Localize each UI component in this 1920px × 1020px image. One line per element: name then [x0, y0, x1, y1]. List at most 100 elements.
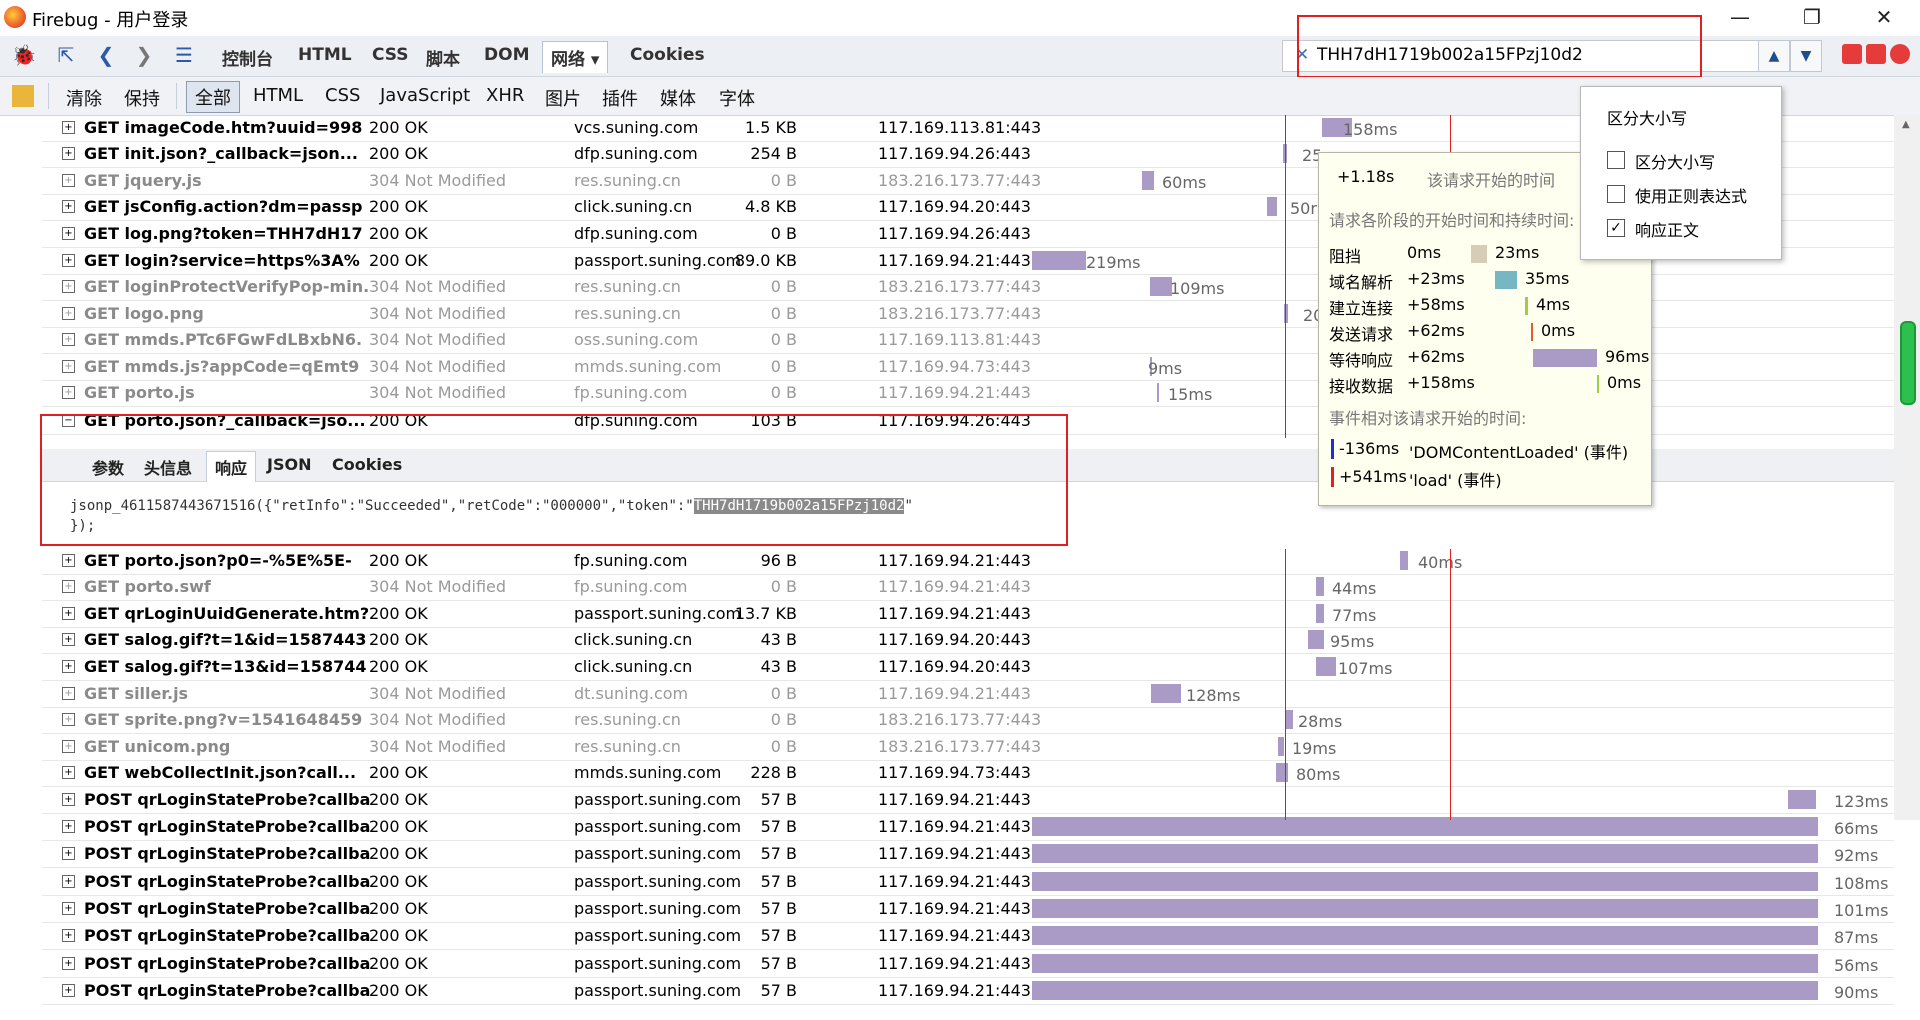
expand-icon[interactable]: +	[62, 902, 75, 915]
request-row[interactable]: + POST qrLoginStateProbe?callba 200 OK pass…	[42, 923, 1894, 950]
request-row[interactable]: + GET salog.gif?t=13&id=158744 200 OK click…	[42, 654, 1894, 681]
tab-console[interactable]: 控制台	[222, 45, 273, 70]
tab-cookies[interactable]: Cookies	[630, 45, 705, 65]
expand-icon[interactable]: +	[62, 360, 75, 373]
request-url[interactable]: GET jquery.js	[84, 171, 384, 190]
scrollbar[interactable]: ▲	[1894, 115, 1920, 820]
request-url[interactable]: POST qrLoginStateProbe?callba	[84, 926, 384, 945]
request-row[interactable]: + POST qrLoginStateProbe?callba 200 OK pass…	[42, 814, 1894, 841]
request-url[interactable]: GET webCollectInit.json?call...	[84, 763, 384, 782]
expand-icon[interactable]: +	[62, 280, 75, 293]
request-url[interactable]: POST qrLoginStateProbe?callba	[84, 872, 384, 891]
filter-plugins[interactable]: 插件	[602, 85, 638, 111]
filter-html[interactable]: HTML	[253, 85, 303, 106]
detach-firebug-icon[interactable]	[1866, 44, 1886, 64]
request-row[interactable]: + GET unicom.png 304 Not Modified res.sunin…	[42, 734, 1894, 761]
firebug-icon[interactable]: 🐞	[10, 43, 38, 67]
filter-images[interactable]: 图片	[545, 85, 581, 111]
filter-css[interactable]: CSS	[325, 85, 360, 106]
expand-icon[interactable]: +	[62, 793, 75, 806]
expand-icon[interactable]: +	[62, 633, 75, 646]
checkbox-response-body[interactable]: ✓	[1607, 219, 1625, 237]
request-url[interactable]: GET jsConfig.action?dm=passp	[84, 197, 384, 216]
expand-icon[interactable]: +	[62, 766, 75, 779]
expand-icon[interactable]: +	[62, 929, 75, 942]
request-url[interactable]: GET sprite.png?v=1541648459	[84, 710, 384, 729]
request-url[interactable]: POST qrLoginStateProbe?callba	[84, 844, 384, 863]
expand-icon[interactable]: +	[62, 227, 75, 240]
request-url[interactable]: GET qrLoginUuidGenerate.htm?	[84, 604, 384, 623]
expand-icon[interactable]: +	[62, 847, 75, 860]
tab-net[interactable]: 网络 ▾	[542, 41, 609, 73]
request-url[interactable]: GET siller.js	[84, 684, 384, 703]
expand-icon[interactable]: +	[62, 174, 75, 187]
request-url[interactable]: GET imageCode.htm?uuid=998	[84, 118, 384, 137]
request-url[interactable]: GET unicom.png	[84, 737, 384, 756]
request-url[interactable]: POST qrLoginStateProbe?callba	[84, 954, 384, 973]
request-row[interactable]: + POST qrLoginStateProbe?callba 200 OK pass…	[42, 951, 1894, 978]
minimize-button[interactable]: —	[1720, 4, 1760, 30]
request-row[interactable]: + GET porto.json?p0=-%5E%5E- 200 OK fp.suni…	[42, 548, 1894, 575]
expand-icon[interactable]: +	[62, 254, 75, 267]
request-url[interactable]: GET salog.gif?t=13&id=158744	[84, 657, 384, 676]
expand-icon[interactable]: +	[62, 147, 75, 160]
expand-icon[interactable]: +	[62, 740, 75, 753]
request-row[interactable]: + GET porto.swf 304 Not Modified fp.suning.…	[42, 574, 1894, 601]
expand-icon[interactable]: +	[62, 957, 75, 970]
expand-icon[interactable]: +	[62, 580, 75, 593]
request-url[interactable]: GET mmds.PTc6FGwFdLBxbN6.	[84, 330, 384, 349]
request-url[interactable]: GET init.json?_callback=json...	[84, 144, 384, 163]
tab-html[interactable]: HTML	[298, 45, 352, 65]
restore-button[interactable]: ❐	[1792, 4, 1832, 30]
request-row[interactable]: + POST qrLoginStateProbe?callba 200 OK pass…	[42, 978, 1894, 1005]
tab-dom[interactable]: DOM	[484, 45, 529, 65]
expand-icon[interactable]: +	[62, 984, 75, 997]
expand-icon[interactable]: +	[62, 200, 75, 213]
request-row[interactable]: + POST qrLoginStateProbe?callba 200 OK pass…	[42, 787, 1894, 814]
request-url[interactable]: POST qrLoginStateProbe?callba	[84, 899, 384, 918]
list-icon[interactable]: ☰	[170, 43, 198, 67]
request-url[interactable]: GET salog.gif?t=1&id=1587443	[84, 630, 384, 649]
persist-button[interactable]: 保持	[124, 85, 160, 111]
xhr-icon[interactable]	[12, 85, 34, 107]
request-row[interactable]: + GET webCollectInit.json?call... 200 OK mm…	[42, 760, 1894, 787]
expand-icon[interactable]: +	[62, 660, 75, 673]
request-url[interactable]: POST qrLoginStateProbe?callba	[84, 790, 384, 809]
tab-script[interactable]: 脚本	[426, 45, 460, 70]
expand-icon[interactable]: +	[62, 307, 75, 320]
expand-icon[interactable]: +	[62, 875, 75, 888]
minimize-firebug-icon[interactable]	[1842, 44, 1862, 64]
expand-icon[interactable]: +	[62, 554, 75, 567]
request-url[interactable]: POST qrLoginStateProbe?callba	[84, 981, 384, 1000]
expand-icon[interactable]: +	[62, 607, 75, 620]
filter-all[interactable]: 全部	[186, 81, 240, 113]
request-url[interactable]: GET loginProtectVerifyPop-min.	[84, 277, 384, 296]
request-row[interactable]: + GET salog.gif?t=1&id=1587443 200 OK click…	[42, 627, 1894, 654]
search-prev-button[interactable]: ▲	[1758, 40, 1790, 72]
expand-icon[interactable]: +	[62, 687, 75, 700]
request-url[interactable]: GET log.png?token=THH7dH17	[84, 224, 384, 243]
request-row[interactable]: + GET siller.js 304 Not Modified dt.suning.…	[42, 681, 1894, 708]
request-row[interactable]: + POST qrLoginStateProbe?callba 200 OK pass…	[42, 841, 1894, 868]
request-url[interactable]: GET porto.json?p0=-%5E%5E-	[84, 551, 384, 570]
inspect-icon[interactable]: ⇱	[52, 43, 80, 67]
expand-icon[interactable]: +	[62, 333, 75, 346]
request-row[interactable]: + POST qrLoginStateProbe?callba 200 OK pass…	[42, 869, 1894, 896]
request-url[interactable]: GET logo.png	[84, 304, 384, 323]
request-row[interactable]: + POST qrLoginStateProbe?callba 200 OK pass…	[42, 896, 1894, 923]
expand-icon[interactable]: +	[62, 121, 75, 134]
scrollbar-thumb[interactable]	[1900, 321, 1916, 405]
filter-xhr[interactable]: XHR	[486, 85, 524, 106]
request-row[interactable]: + GET qrLoginUuidGenerate.htm? 200 OK passp…	[42, 601, 1894, 628]
back-icon[interactable]: ❮	[94, 43, 118, 67]
checkbox-regex[interactable]	[1607, 185, 1625, 203]
expand-icon[interactable]: +	[62, 386, 75, 399]
forward-icon[interactable]: ❯	[132, 43, 156, 67]
checkbox-case-sensitive[interactable]	[1607, 151, 1625, 169]
expand-icon[interactable]: +	[62, 820, 75, 833]
tab-css[interactable]: CSS	[372, 45, 409, 65]
filter-fonts[interactable]: 字体	[719, 85, 755, 111]
request-url[interactable]: GET mmds.js?appCode=qEmt9	[84, 357, 384, 376]
search-next-button[interactable]: ▼	[1790, 40, 1822, 72]
request-url[interactable]: POST qrLoginStateProbe?callba	[84, 817, 384, 836]
